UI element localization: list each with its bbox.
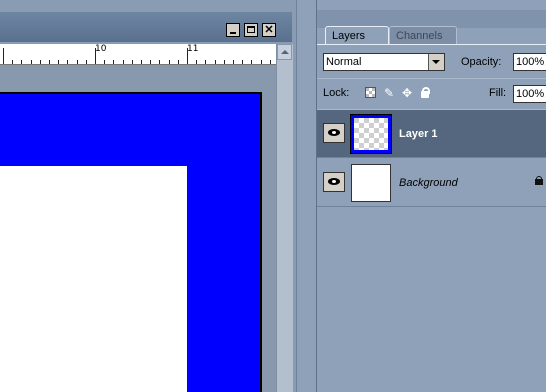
ruler-tick — [3, 48, 4, 64]
horizontal-ruler[interactable]: 10 11 — [0, 44, 276, 65]
ruler-tick — [104, 60, 105, 64]
lock-all-icon[interactable] — [418, 86, 432, 100]
minimize-button[interactable] — [226, 23, 240, 37]
ruler-tick — [12, 60, 13, 64]
layer-thumbnail[interactable] — [351, 164, 391, 202]
blend-mode-select[interactable]: Normal — [323, 53, 445, 71]
tab-layers[interactable]: Layers — [325, 26, 389, 44]
ruler-tick — [86, 60, 87, 64]
ruler-tick — [132, 60, 133, 64]
opacity-label: Opacity: — [461, 56, 502, 68]
lock-label: Lock: — [323, 87, 350, 99]
document-window: ✕ 10 11 — [0, 0, 296, 392]
tab-underline — [317, 44, 546, 45]
ruler-tick — [261, 60, 262, 64]
ruler-tick — [31, 60, 32, 64]
lock-image-pixels-icon[interactable]: ✎ — [382, 86, 396, 100]
eye-icon[interactable] — [323, 172, 345, 192]
ruler-tick — [141, 60, 142, 64]
lock-transparent-pixels-icon[interactable] — [364, 86, 378, 100]
lock-icon — [535, 176, 543, 185]
maximize-button[interactable] — [244, 23, 258, 37]
ruler-tick — [150, 60, 151, 64]
separator — [317, 78, 546, 79]
vertical-scrollbar[interactable] — [276, 44, 293, 392]
ruler-tick — [215, 60, 216, 64]
close-icon: ✕ — [264, 24, 274, 36]
blend-mode-value: Normal — [326, 56, 362, 68]
layer-name: Background — [399, 177, 458, 189]
layer-name: Layer 1 — [399, 128, 438, 140]
layer-thumbnail[interactable] — [350, 114, 392, 154]
ruler-tick — [123, 60, 124, 64]
chevron-down-icon[interactable] — [428, 54, 444, 70]
layers-palette: Layers Channels Normal Opacity: 100% Loc… — [316, 0, 546, 392]
ruler-tick — [77, 60, 78, 64]
ruler-tick — [224, 60, 225, 64]
ruler-tick — [169, 60, 170, 64]
ruler-tick — [113, 60, 114, 64]
ruler-tick — [159, 60, 160, 64]
close-button[interactable]: ✕ — [262, 23, 276, 37]
ruler-tick — [242, 60, 243, 64]
ruler-tick — [270, 60, 271, 64]
ruler-tick — [40, 60, 41, 64]
ruler-label-10: 10 — [95, 44, 107, 54]
ruler-tick — [58, 60, 59, 64]
panel-divider — [296, 0, 317, 392]
ruler-tick — [49, 60, 50, 64]
layer-row-background[interactable]: Background — [317, 159, 546, 207]
ruler-tick — [233, 60, 234, 64]
scroll-up-button[interactable] — [277, 44, 292, 60]
opacity-input[interactable]: 100% — [513, 53, 546, 71]
ruler-tick — [21, 60, 22, 64]
ruler-tick — [205, 60, 206, 64]
fill-label: Fill: — [489, 87, 507, 99]
layer-row-layer-1[interactable]: Layer 1 — [317, 110, 546, 158]
eye-icon[interactable] — [323, 123, 345, 143]
ruler-label-11: 11 — [187, 44, 199, 54]
ruler-tick — [196, 60, 197, 64]
fill-input[interactable]: 100% — [513, 85, 546, 103]
tab-channels[interactable]: Channels — [389, 26, 457, 44]
lock-position-icon[interactable]: ✥ — [400, 86, 414, 100]
ruler-tick — [251, 60, 252, 64]
white-background-fill[interactable] — [0, 166, 187, 392]
ruler-tick — [178, 60, 179, 64]
ruler-tick — [67, 60, 68, 64]
